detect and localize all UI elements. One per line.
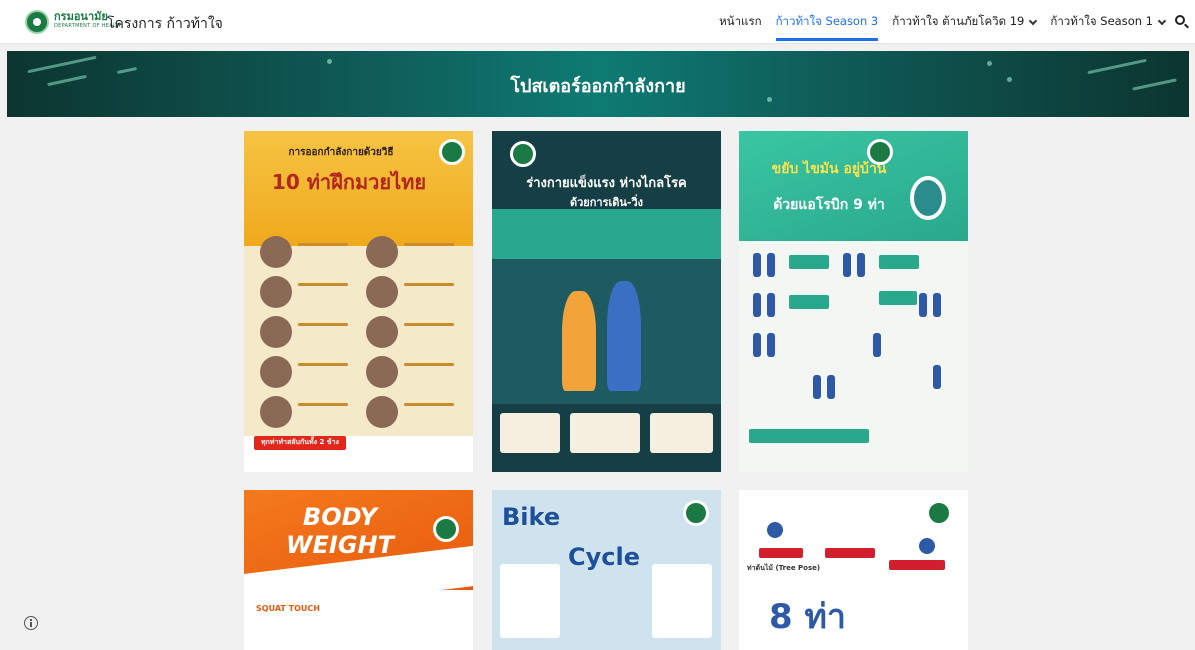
exercise-figure xyxy=(366,236,398,268)
nav-item-season-1[interactable]: ก้าวท้าใจ Season 1 xyxy=(1050,0,1167,44)
department-of-health-emblem-icon xyxy=(926,500,952,526)
poster-title: การออกกำลังกายด้วยวิธี xyxy=(288,147,394,158)
exercise-figure xyxy=(919,293,927,317)
step-number-badge xyxy=(919,538,935,554)
poster-title: BODY WEIGHT xyxy=(286,503,394,559)
nav-item-home-label: หน้าแรก xyxy=(719,14,762,28)
text-line xyxy=(298,243,348,246)
banner-decoration xyxy=(987,61,992,66)
department-of-health-emblem-icon xyxy=(683,500,709,526)
nav-item-home[interactable]: หน้าแรก xyxy=(719,0,761,44)
yoga-mat xyxy=(889,560,945,570)
poster-bike-cycle[interactable]: Bike Cycle xyxy=(492,490,721,650)
info-icon[interactable] xyxy=(24,616,38,630)
exercise-name: SQUAT TOUCH xyxy=(256,604,320,613)
yoga-mat xyxy=(825,548,875,558)
info-box xyxy=(570,413,640,453)
exercise-figure xyxy=(767,293,775,317)
info-panel xyxy=(500,564,560,638)
exercise-figure xyxy=(933,293,941,317)
poster-footer-text: ทุกท่าทำสลับกันทั้ง 2 ข้าง xyxy=(261,438,339,446)
exercise-figure xyxy=(843,253,851,277)
exercise-figure xyxy=(767,333,775,357)
yoga-mat xyxy=(759,548,803,558)
text-line xyxy=(298,363,348,366)
exercise-figure xyxy=(753,333,761,357)
exercise-figure xyxy=(260,396,292,428)
exercise-figure xyxy=(366,316,398,348)
exercise-figure xyxy=(753,253,761,277)
exercise-figure xyxy=(857,253,865,277)
nav-item-covid-19-label: ก้าวท้าใจ ต้านภัยโควิด 19 xyxy=(892,14,1025,28)
text-line xyxy=(404,283,454,286)
page-banner: โปสเตอร์ออกกำลังกาย xyxy=(7,51,1189,117)
runner-figure xyxy=(607,281,641,391)
top-navigation-bar: กรมอนามัย DEPARTMENT OF HEALTH โครงการ ก… xyxy=(0,0,1195,44)
page-title: โปสเตอร์ออกกำลังกาย xyxy=(510,76,686,97)
info-box xyxy=(500,413,560,453)
banner-decoration xyxy=(327,59,332,64)
poster-subtitle: ด้วยแอโรบิก 9 ท่า xyxy=(773,197,885,213)
text-line xyxy=(298,283,348,286)
poster-aerobic-9-moves[interactable]: ขยับ ไขมัน อยู่บ้าน ด้วยแอโรบิก 9 ท่า xyxy=(739,131,968,472)
department-of-health-emblem-icon xyxy=(510,141,536,167)
main-navigation: หน้าแรก ก้าวท้าใจ Season 3 ก้าวท้าใจ ต้า… xyxy=(719,0,1167,44)
poster-footer-banner xyxy=(749,429,869,443)
exercise-figure xyxy=(827,375,835,399)
exercise-figure xyxy=(260,356,292,388)
text-line xyxy=(404,323,454,326)
exercise-figure xyxy=(933,365,941,389)
poster-muay-thai-exercise[interactable]: การออกกำลังกายด้วยวิธี 10 ท่าฝึกมวยไทย ท… xyxy=(244,131,473,472)
runner-figure xyxy=(562,291,596,391)
exercise-figure xyxy=(260,236,292,268)
poster-footer-banner: ทุกท่าทำสลับกันทั้ง 2 ข้าง xyxy=(254,436,346,450)
chevron-down-icon xyxy=(1029,16,1038,25)
nav-item-covid-19[interactable]: ก้าวท้าใจ ต้านภัยโควิด 19 xyxy=(892,0,1038,44)
info-panel xyxy=(652,564,712,638)
poster-title: Bike xyxy=(502,503,561,531)
department-of-health-logo-icon[interactable] xyxy=(25,10,49,34)
exercise-figure xyxy=(366,396,398,428)
info-box xyxy=(650,413,713,453)
exercise-figure xyxy=(753,293,761,317)
poster-subtitle: 10 ท่าฝึกมวยไทย xyxy=(271,170,427,194)
exercise-figure xyxy=(813,375,821,399)
text-line xyxy=(404,363,454,366)
nav-item-season-1-label: ก้าวท้าใจ Season 1 xyxy=(1050,14,1153,28)
department-of-health-emblem-icon xyxy=(439,139,465,165)
poster-yoga-8-poses[interactable]: ท่าต้นไม้ (Tree Pose) 8 ท่า xyxy=(739,490,968,650)
exercise-figure xyxy=(873,333,881,357)
nav-item-season-3[interactable]: ก้าวท้าใจ Season 3 xyxy=(775,0,879,44)
poster-title: ขยับ ไขมัน อยู่บ้าน xyxy=(771,161,887,177)
poster-walk-run[interactable]: ร่างกายแข็งแรง ห่างไกลโรค ด้วยการเดิน-วิ… xyxy=(492,131,721,472)
pose-name: ท่าต้นไม้ (Tree Pose) xyxy=(747,564,821,572)
text-line xyxy=(298,323,348,326)
department-of-health-emblem-icon xyxy=(433,516,459,542)
move-label xyxy=(789,255,829,269)
poster-body-weight[interactable]: BODY WEIGHT SQUAT TOUCH xyxy=(244,490,473,650)
chevron-down-icon xyxy=(1157,16,1167,25)
exercise-figure xyxy=(260,316,292,348)
exercise-figure xyxy=(260,276,292,308)
text-line xyxy=(404,243,454,246)
number-nine-badge xyxy=(910,176,946,220)
text-line xyxy=(404,403,454,406)
move-label xyxy=(789,295,829,309)
exercise-figure xyxy=(767,253,775,277)
exercise-figure xyxy=(366,276,398,308)
step-number-badge xyxy=(767,522,783,538)
exercise-figure xyxy=(366,356,398,388)
move-label xyxy=(879,291,917,305)
poster-info-band xyxy=(492,209,721,259)
move-label xyxy=(879,255,919,269)
nav-item-season-3-label: ก้าวท้าใจ Season 3 xyxy=(775,14,879,28)
text-line xyxy=(298,403,348,406)
poster-subtitle: ด้วยการเดิน-วิ่ง xyxy=(569,196,644,209)
search-icon-handle xyxy=(1184,23,1189,29)
poster-title: 8 ท่า xyxy=(769,597,846,637)
search-icon[interactable] xyxy=(1175,15,1189,29)
site-title[interactable]: โครงการ ก้าวท้าใจ xyxy=(107,13,223,35)
poster-title: ร่างกายแข็งแรง ห่างไกลโรค xyxy=(526,176,687,191)
